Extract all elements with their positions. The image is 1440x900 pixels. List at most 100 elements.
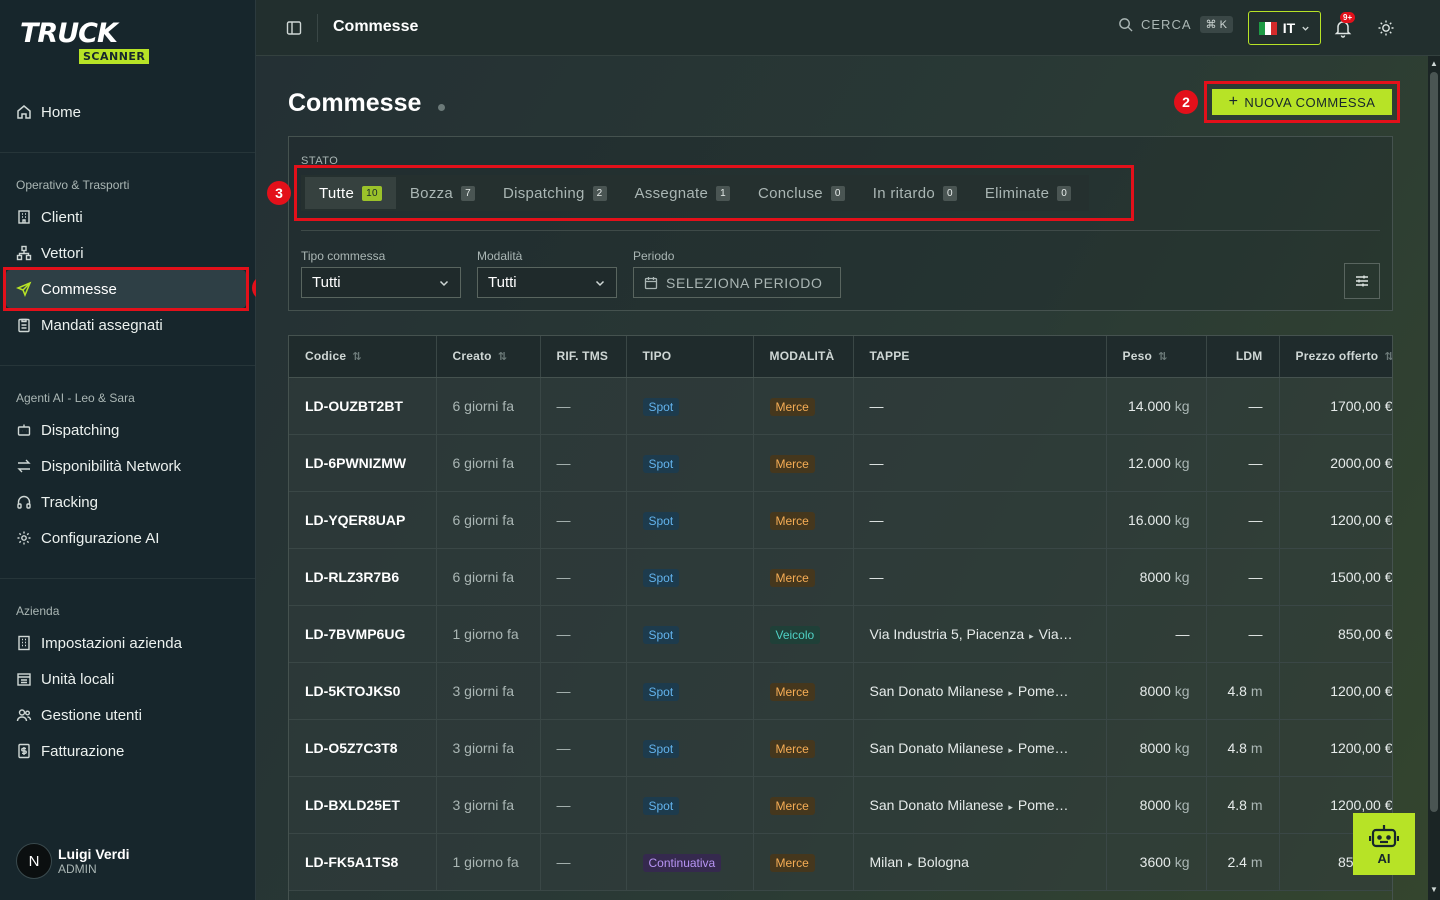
sidebar-item-vettori[interactable]: Vettori: [16, 239, 84, 267]
sidebar-item-clienti[interactable]: Clienti: [16, 203, 83, 231]
plus-icon: +: [1228, 93, 1239, 110]
ai-label: AI: [1377, 850, 1391, 866]
route-stops: San Donato Milanese ▸ Pome…: [870, 740, 1069, 756]
route-stops: San Donato Milanese ▸ Pome…: [870, 797, 1069, 813]
cell-price: 850,00 €: [1279, 605, 1392, 663]
topbar-separator: [317, 14, 318, 42]
table-row[interactable]: LD-YQER8UAP 6 giorni fa — Spot Merce —16.000 …: [289, 491, 1392, 549]
sidebar-divider: [0, 578, 255, 579]
main-content: Commesse 2 + NUOVA COMMESSA STATO Tutte 1…: [256, 56, 1428, 900]
weight-unit: kg: [1174, 796, 1190, 813]
topbar-title: Commesse: [333, 18, 419, 35]
scroll-down-arrow-icon[interactable]: ▼: [1430, 886, 1438, 894]
header-label: RIF. TMS: [556, 349, 609, 364]
tipo-select[interactable]: Tutti: [301, 267, 461, 298]
weight-value: 16.000: [1127, 511, 1171, 528]
route-empty: —: [869, 454, 884, 471]
annotation-box-3: [294, 165, 1134, 221]
sidebar-item-tracking[interactable]: Tracking: [16, 488, 98, 516]
table-row[interactable]: LD-5KTOJKS0 3 giorni fa — Spot Merce San Dona…: [289, 662, 1392, 720]
type-badge: Spot: [642, 739, 680, 758]
advanced-filters-button[interactable]: [1344, 263, 1380, 299]
sidebar-item-unita-locali[interactable]: Unità locali: [16, 665, 114, 693]
sidebar-item-mandati[interactable]: Mandati assegnati: [16, 311, 163, 339]
type-badge: Spot: [642, 796, 680, 815]
cell-stops: —: [853, 548, 1107, 606]
section-label-ai: Agenti AI - Leo & Sara: [16, 391, 135, 405]
invoice-icon: [16, 743, 32, 759]
header-label: MODALITÀ: [769, 349, 835, 364]
table-row[interactable]: LD-BXLD25ET 3 giorni fa — Spot Merce San Dona…: [289, 776, 1392, 834]
sidebar-item-config-ai[interactable]: Configurazione AI: [16, 524, 159, 552]
table-row[interactable]: LD-FK5A1TS8 1 giorno fa — Continuativa Merce…: [289, 833, 1392, 891]
cell-ldm: —: [1206, 377, 1280, 435]
user-role: ADMIN: [58, 862, 97, 876]
sidebar-item-label: Configurazione AI: [41, 529, 160, 547]
search-button[interactable]: CERCA ⌘ K: [1118, 16, 1233, 33]
sidebar-item-dispatching[interactable]: Dispatching: [16, 416, 119, 444]
cell-ldm: 4.8 m: [1206, 776, 1280, 834]
modalita-select[interactable]: Tutti: [477, 267, 617, 298]
chevron-down-icon: [439, 280, 449, 286]
header-label: Codice: [305, 349, 347, 364]
column-header-creato[interactable]: Creato ⇅: [436, 336, 541, 378]
weight-unit: kg: [1174, 511, 1190, 528]
route-stops: Via Industria 5, Piacenza ▸ Via…: [870, 626, 1073, 642]
column-header-prezzo[interactable]: Prezzo offerto ⇅: [1279, 336, 1392, 378]
new-order-button[interactable]: + NUOVA COMMESSA: [1212, 89, 1392, 115]
column-header-peso[interactable]: Peso ⇅: [1106, 336, 1207, 378]
cell-mode: Merce: [753, 776, 854, 834]
cell-price: 2000,00 €: [1279, 434, 1392, 492]
cell-type: Spot: [626, 491, 754, 549]
weight-unit: kg: [1174, 739, 1190, 756]
sidebar-item-impostazioni[interactable]: Impostazioni azienda: [16, 629, 182, 657]
users-icon: [16, 707, 32, 723]
cell-rif-tms: —: [540, 605, 627, 663]
header-label: Creato: [452, 349, 492, 364]
ldm-unit: m: [1250, 796, 1263, 813]
route-arrow-icon: ▸: [1008, 801, 1013, 812]
truck-scanner-logo[interactable]: TRUCK SCANNER: [20, 20, 164, 66]
user-profile[interactable]: N Luigi Verdi ADMIN: [16, 843, 130, 879]
cell-type: Spot: [626, 377, 754, 435]
cell-stops: Milan ▸ Bologna: [853, 833, 1107, 891]
sidebar-item-home[interactable]: Home: [16, 98, 81, 126]
table-row[interactable]: LD-OUZBT2BT 6 giorni fa — Spot Merce —14.000 …: [289, 377, 1392, 435]
headphones-icon: [16, 494, 32, 510]
column-header-tappe: TAPPE: [853, 336, 1107, 378]
periodo-label: Periodo: [633, 249, 675, 263]
scrollbar-thumb[interactable]: [1430, 72, 1438, 812]
route-arrow-icon: ▸: [907, 858, 913, 869]
sidebar-toggle-icon[interactable]: [286, 20, 302, 36]
route-stop: Milan: [869, 853, 903, 870]
cell-ldm: 4.8 m: [1206, 662, 1280, 720]
mode-badge: Merce: [769, 454, 815, 473]
mode-badge: Merce: [769, 682, 815, 701]
ldm-value: —: [1248, 397, 1263, 414]
column-header-codice[interactable]: Codice ⇅: [289, 336, 437, 378]
route-stop: Pome…: [1017, 682, 1069, 699]
cell-created: 6 giorni fa: [436, 434, 541, 492]
header-label: TAPPE: [869, 349, 910, 364]
ai-assistant-button[interactable]: AI: [1353, 813, 1415, 875]
section-label-company: Azienda: [16, 604, 60, 618]
table-row[interactable]: LD-O5Z7C3T8 3 giorni fa — Spot Merce San Dona…: [289, 719, 1392, 777]
scroll-up-arrow-icon[interactable]: ▲: [1430, 60, 1438, 68]
sidebar-item-fatturazione[interactable]: Fatturazione: [16, 737, 124, 765]
sort-icon: ⇅: [1157, 351, 1168, 364]
sidebar-item-gestione-utenti[interactable]: Gestione utenti: [16, 701, 142, 729]
sidebar-item-disponibilita[interactable]: Disponibilità Network: [16, 452, 181, 480]
cell-mode: Merce: [753, 719, 854, 777]
ldm-unit: m: [1250, 853, 1263, 870]
route-stop: San Donato Milanese: [869, 682, 1004, 699]
sun-icon[interactable]: [1377, 19, 1395, 37]
table-row[interactable]: LD-7BVMP6UG 1 giorno fa — Spot Veicolo Via In…: [289, 605, 1392, 663]
weight-unit: kg: [1174, 454, 1190, 471]
cell-price: 1700,00 €: [1279, 377, 1392, 435]
page-scrollbar[interactable]: ▲ ▼: [1428, 56, 1440, 900]
header-label: TIPO: [642, 349, 672, 364]
language-selector[interactable]: IT: [1248, 11, 1321, 45]
period-picker[interactable]: SELEZIONA PERIODO: [633, 267, 841, 298]
table-row[interactable]: LD-RLZ3R7B6 6 giorni fa — Spot Merce —8000 kg…: [289, 548, 1392, 606]
table-row[interactable]: LD-6PWNIZMW 6 giorni fa — Spot Merce —12.000 …: [289, 434, 1392, 492]
